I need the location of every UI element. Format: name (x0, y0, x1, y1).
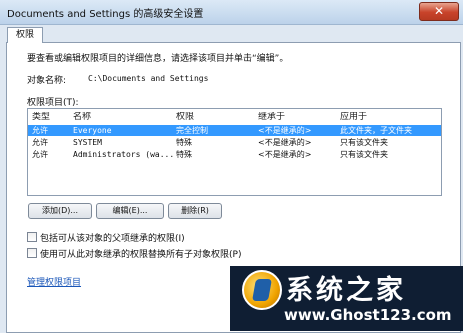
row-permission: 特殊 (176, 138, 192, 147)
table-row[interactable]: 允许 SYSTEM 特殊 <不是继承的> 只有该文件夹 (28, 137, 441, 148)
row-name: Administrators (wa... (73, 150, 173, 159)
include-inheritable-label: 包括可从该对象的父项继承的权限(I) (40, 234, 185, 244)
tab-permissions[interactable]: 权限 (7, 27, 43, 43)
column-header-name[interactable]: 名称 (73, 112, 91, 123)
table-row[interactable]: 允许 Administrators (wa... 特殊 <不是继承的> 只有该文… (28, 149, 441, 160)
remove-button[interactable]: 删除(R) (168, 203, 222, 219)
watermark: 系统之家 www.Ghost123.com (230, 266, 463, 331)
column-header-permission[interactable]: 权限 (176, 112, 194, 123)
edit-button[interactable]: 编辑(E)... (96, 203, 164, 219)
watermark-url: www.Ghost123.com (284, 306, 452, 324)
row-type: 允许 (32, 138, 48, 147)
close-icon: ✕ (433, 4, 445, 18)
row-permission: 特殊 (176, 150, 192, 159)
object-name-label: 对象名称: (27, 76, 67, 86)
row-applies-to: 只有该文件夹 (340, 150, 388, 159)
row-applies-to: 只有该文件夹 (340, 138, 388, 147)
row-type: 允许 (32, 150, 48, 159)
row-applies-to: 此文件夹，子文件夹 (340, 126, 412, 135)
column-header-type[interactable]: 类型 (32, 112, 50, 123)
row-inherited-from: <不是继承的> (258, 126, 312, 135)
object-name-value: C:\Documents and Settings (88, 74, 209, 83)
permission-entries-label: 权限项目(T): (27, 98, 79, 108)
row-permission: 完全控制 (176, 126, 208, 135)
row-inherited-from: <不是继承的> (258, 138, 312, 147)
row-name: Everyone (73, 126, 112, 135)
window-title: Documents and Settings 的高级安全设置 (7, 9, 204, 20)
close-button[interactable]: ✕ (419, 2, 459, 21)
column-header-inherited-from[interactable]: 继承于 (258, 112, 285, 123)
row-type: 允许 (32, 126, 48, 135)
table-row[interactable]: 允许 Everyone 完全控制 <不是继承的> 此文件夹，子文件夹 (28, 125, 441, 136)
include-inheritable-checkbox[interactable] (27, 232, 37, 242)
instruction-text: 要查看或编辑权限项目的详细信息，请选择该项目并单击“编辑”。 (27, 54, 289, 64)
column-header-applies-to[interactable]: 应用于 (340, 112, 367, 123)
site-logo-icon (242, 270, 282, 310)
watermark-site-name: 系统之家 (286, 275, 406, 306)
add-button[interactable]: 添加(D)... (28, 203, 92, 219)
permission-entries-list[interactable]: 类型 名称 权限 继承于 应用于 允许 Everyone 完全控制 <不是继承的… (27, 108, 442, 196)
replace-child-checkbox[interactable] (27, 248, 37, 258)
title-bar: Documents and Settings 的高级安全设置 ✕ (0, 0, 463, 25)
manage-permissions-link[interactable]: 管理权限项目 (27, 275, 81, 288)
row-inherited-from: <不是继承的> (258, 150, 312, 159)
row-name: SYSTEM (73, 138, 102, 147)
replace-child-label: 使用可从此对象继承的权限替换所有子对象权限(P) (40, 250, 242, 260)
